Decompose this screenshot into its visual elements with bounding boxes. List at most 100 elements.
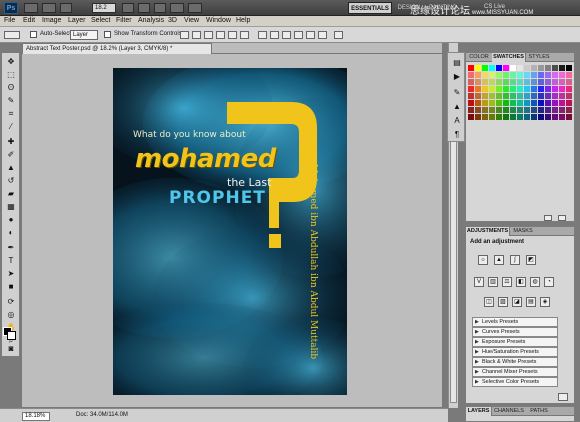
swatch-cell[interactable] [468, 65, 474, 71]
swatch-cell[interactable] [517, 86, 523, 92]
actions-panel-icon[interactable]: ▶ [451, 71, 463, 82]
swatch-cell[interactable] [510, 79, 516, 85]
hue-saturation-icon[interactable]: ▥ [488, 277, 498, 287]
swatch-cell[interactable] [475, 86, 481, 92]
swatch-cell[interactable] [552, 86, 558, 92]
swatch-cell[interactable] [489, 100, 495, 106]
preset-selective-color[interactable]: Selective Color Presets [472, 377, 558, 387]
swatch-cell[interactable] [559, 114, 565, 120]
swatch-cell[interactable] [482, 79, 488, 85]
vibrance-icon[interactable]: V [474, 277, 484, 287]
swatch-cell[interactable] [517, 114, 523, 120]
swatch-cell[interactable] [475, 93, 481, 99]
swatch-cell[interactable] [552, 72, 558, 78]
panel-menu-icon[interactable] [558, 393, 568, 401]
swatch-cell[interactable] [545, 100, 551, 106]
swatch-cell[interactable] [559, 72, 565, 78]
swatch-cell[interactable] [482, 100, 488, 106]
preset-levels[interactable]: Levels Presets [472, 317, 558, 327]
swatch-cell[interactable] [531, 100, 537, 106]
swatch-cell[interactable] [559, 107, 565, 113]
swatch-cell[interactable] [489, 93, 495, 99]
swatch-cell[interactable] [545, 107, 551, 113]
menu-3d[interactable]: 3D [168, 17, 177, 24]
menu-layer[interactable]: Layer [68, 17, 86, 24]
swatch-cell[interactable] [545, 86, 551, 92]
swatch-cell[interactable] [517, 79, 523, 85]
exposure-icon[interactable]: ◩ [526, 255, 536, 265]
marquee-tool-icon[interactable]: ⬚ [5, 70, 17, 80]
swatch-cell[interactable] [482, 93, 488, 99]
lasso-tool-icon[interactable]: ʘ [5, 83, 17, 93]
swatch-cell[interactable] [468, 93, 474, 99]
swatch-cell[interactable] [482, 65, 488, 71]
swatch-cell[interactable] [475, 65, 481, 71]
align-bottom-icon[interactable] [204, 31, 213, 39]
swatch-cell[interactable] [468, 72, 474, 78]
swatch-cell[interactable] [552, 100, 558, 106]
color-balance-icon[interactable]: ⚖ [502, 277, 512, 287]
menu-view[interactable]: View [184, 17, 199, 24]
swatch-cell[interactable] [559, 100, 565, 106]
swatch-cell[interactable] [531, 72, 537, 78]
black-white-icon[interactable]: ◧ [516, 277, 526, 287]
3d-rotate-tool-icon[interactable]: ⟳ [5, 297, 17, 307]
tab-swatches[interactable]: SWATCHES [492, 53, 526, 62]
swatch-cell[interactable] [552, 107, 558, 113]
align-left-icon[interactable] [216, 31, 225, 39]
character-panel-icon[interactable]: A [451, 115, 463, 126]
swatch-cell[interactable] [566, 107, 572, 113]
swatch-cell[interactable] [503, 100, 509, 106]
photo-filter-icon[interactable]: ◍ [530, 277, 540, 287]
eyedropper-tool-icon[interactable]: ⁄ [5, 122, 17, 132]
auto-select-checkbox[interactable] [30, 31, 37, 38]
swatch-cell[interactable] [517, 72, 523, 78]
mini-bridge-button[interactable] [42, 3, 56, 13]
swatch-cell[interactable] [503, 72, 509, 78]
type-tool-icon[interactable]: T [5, 256, 17, 266]
threshold-icon[interactable]: ◪ [512, 297, 522, 307]
swatch-cell[interactable] [559, 86, 565, 92]
brush-tool-icon[interactable]: ✐ [5, 150, 17, 160]
preset-hue-saturation[interactable]: Hue/Saturation Presets [472, 347, 558, 357]
preset-exposure[interactable]: Exposure Presets [472, 337, 558, 347]
swatch-cell[interactable] [496, 114, 502, 120]
tab-styles[interactable]: STYLES [526, 53, 552, 62]
swatch-cell[interactable] [545, 65, 551, 71]
swatch-cell[interactable] [545, 79, 551, 85]
swatch-cell[interactable] [538, 72, 544, 78]
history-brush-tool-icon[interactable]: ↺ [5, 176, 17, 186]
align-vcenter-icon[interactable] [192, 31, 201, 39]
swatch-cell[interactable] [475, 114, 481, 120]
tab-adjustments[interactable]: ADJUSTMENTS [466, 227, 510, 236]
swatch-cell[interactable] [468, 114, 474, 120]
swatch-cell[interactable] [566, 114, 572, 120]
swatch-cell[interactable] [559, 65, 565, 71]
zoom-level-select[interactable]: 18.2 [92, 3, 116, 13]
move-tool-preset-picker[interactable] [4, 31, 20, 39]
tab-paths[interactable]: PATHS [526, 407, 552, 416]
distribute-right-icon[interactable] [318, 31, 327, 39]
preset-curves[interactable]: Curves Presets [472, 327, 558, 337]
distribute-top-icon[interactable] [258, 31, 267, 39]
paragraph-panel-icon[interactable]: ¶ [451, 129, 463, 140]
swatch-cell[interactable] [524, 86, 530, 92]
align-top-icon[interactable] [180, 31, 189, 39]
swatch-cell[interactable] [566, 93, 572, 99]
tab-masks[interactable]: MASKS [510, 227, 536, 236]
swatch-cell[interactable] [489, 72, 495, 78]
quick-mask-icon[interactable]: ◙ [5, 344, 17, 354]
swatch-cell[interactable] [510, 65, 516, 71]
preset-black-white[interactable]: Black & White Presets [472, 357, 558, 367]
swatch-cell[interactable] [510, 107, 516, 113]
swatch-cell[interactable] [531, 114, 537, 120]
rotate-view-button[interactable] [154, 3, 166, 13]
swatch-cell[interactable] [503, 93, 509, 99]
swatch-cell[interactable] [475, 72, 481, 78]
swatch-cell[interactable] [503, 86, 509, 92]
swatch-cell[interactable] [545, 93, 551, 99]
delete-swatch-icon[interactable] [558, 215, 566, 221]
swatch-cell[interactable] [524, 114, 530, 120]
swatch-cell[interactable] [538, 107, 544, 113]
swatch-cell[interactable] [496, 107, 502, 113]
